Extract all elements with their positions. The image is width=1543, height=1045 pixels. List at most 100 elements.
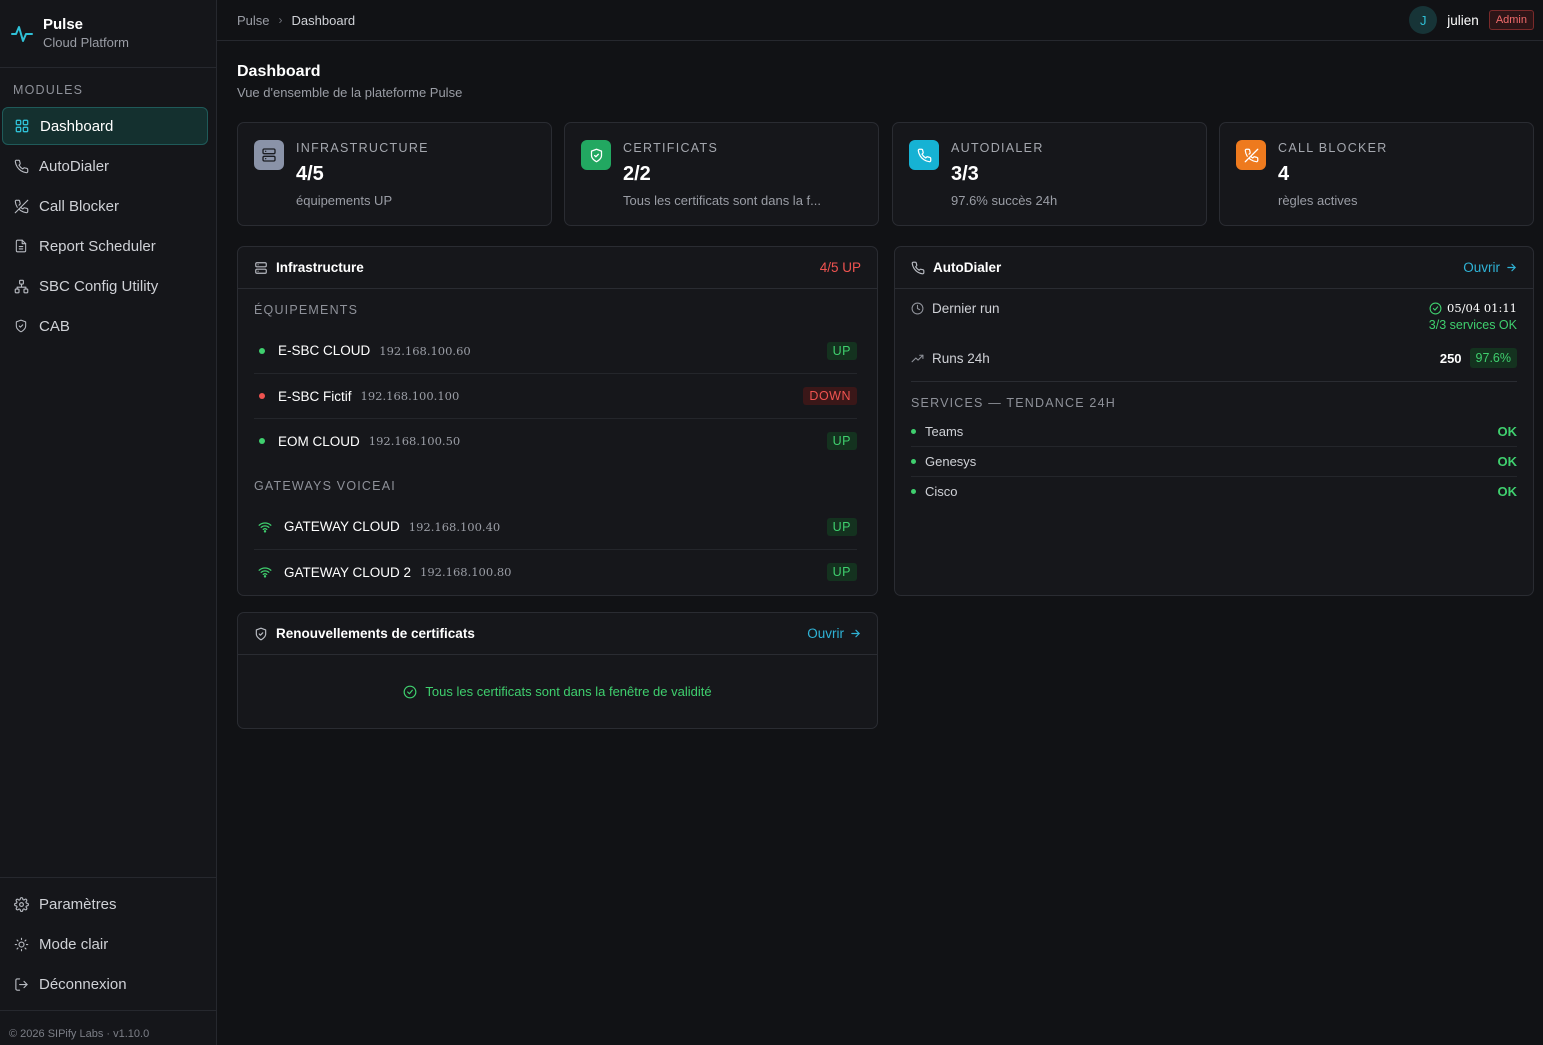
- open-label: Ouvrir: [1463, 260, 1500, 275]
- sidebar-item-parametres[interactable]: Paramètres: [2, 886, 208, 923]
- stat-card-autodialer[interactable]: AUTODIALER 3/3 97.6% succès 24h: [892, 122, 1207, 226]
- device-row[interactable]: GATEWAY CLOUD 2 192.168.100.80 UP: [254, 549, 857, 594]
- page-title: Dashboard: [237, 63, 321, 80]
- autodialer-open-link[interactable]: Ouvrir: [1463, 260, 1517, 275]
- last-run-label: Dernier run: [932, 301, 1000, 316]
- stat-card-infrastructure[interactable]: INFRASTRUCTURE 4/5 équipements UP: [237, 122, 552, 226]
- group-title-equipements: ÉQUIPEMENTS: [254, 303, 359, 317]
- copyright: © 2026 SIPify Labs · v1.10.0: [0, 1010, 216, 1040]
- device-row[interactable]: GATEWAY CLOUD 192.168.100.40 UP: [254, 504, 857, 549]
- avatar[interactable]: J: [1409, 6, 1438, 34]
- stat-desc: 97.6% succès 24h: [951, 193, 1058, 208]
- file-icon: [13, 238, 29, 254]
- grid-icon: [14, 118, 30, 134]
- brand-subtitle: Cloud Platform: [43, 34, 129, 50]
- stat-card-call-blocker[interactable]: CALL BLOCKER 4 règles actives: [1219, 122, 1534, 226]
- stat-value: 4/5: [296, 163, 324, 185]
- clock-icon: [911, 302, 924, 315]
- group-title-gateways: GATEWAYS VOICEAI: [254, 479, 396, 493]
- status-badge: UP: [826, 341, 857, 360]
- runs-value: 250: [1439, 350, 1462, 366]
- infrastructure-panel: Infrastructure 4/5 UP ÉQUIPEMENTS E-SBC …: [237, 246, 878, 596]
- last-run-info: 05/04 01:11 3/3 services OK: [1429, 301, 1517, 332]
- sidebar-item-autodialer[interactable]: AutoDialer: [2, 147, 208, 185]
- stat-label: CALL BLOCKER: [1278, 141, 1388, 155]
- device-name: GATEWAY CLOUD 2: [284, 564, 412, 580]
- shield-check-icon: [581, 140, 611, 170]
- panel-title: Infrastructure: [276, 260, 364, 275]
- device-ip: 192.168.100.80: [420, 565, 512, 579]
- sidebar-item-sbc-config-utility[interactable]: SBC Config Utility: [2, 267, 208, 305]
- panel-title: AutoDialer: [933, 260, 1002, 275]
- device-row[interactable]: E-SBC CLOUD 192.168.100.60 UP: [254, 328, 857, 373]
- wifi-icon: [258, 566, 272, 578]
- device-ip: 192.168.100.100: [360, 389, 460, 403]
- shield-icon: [254, 627, 268, 641]
- runs-row: Runs 24h 250 97.6%: [895, 329, 1533, 381]
- service-row[interactable]: Teams OK: [911, 416, 1517, 446]
- sidebar-item-mode-clair[interactable]: Mode clair: [2, 926, 208, 963]
- stat-label: CERTIFICATS: [623, 141, 719, 155]
- sidebar-item-label: Report Scheduler: [39, 237, 156, 255]
- status-badge: UP: [826, 563, 857, 581]
- success-rate-badge: 97.6%: [1469, 348, 1517, 368]
- sidebar-item-label: Déconnexion: [39, 976, 127, 993]
- stat-card-certificats[interactable]: CERTIFICATS 2/2 Tous les certificats son…: [564, 122, 879, 226]
- breadcrumb-current: Dashboard: [291, 12, 356, 28]
- device-row[interactable]: EOM CLOUD 192.168.100.50 UP: [254, 418, 857, 463]
- device-row[interactable]: E-SBC Fictif 192.168.100.100 DOWN: [254, 373, 857, 418]
- server-icon: [254, 140, 284, 170]
- status-dot: [259, 347, 265, 354]
- service-row[interactable]: Genesys OK: [911, 446, 1517, 476]
- certificates-open-link[interactable]: Ouvrir: [807, 626, 861, 641]
- status-badge: UP: [826, 517, 857, 536]
- sidebar-item-deconnexion[interactable]: Déconnexion: [2, 966, 208, 1003]
- sidebar-item-cab[interactable]: CAB: [2, 307, 208, 345]
- runs-label: Runs 24h: [932, 350, 990, 366]
- sidebar-item-label: AutoDialer: [39, 157, 110, 175]
- sidebar: Pulse Cloud Platform MODULES Dashboard A…: [0, 0, 217, 1045]
- sidebar-item-label: CAB: [39, 317, 70, 335]
- user-menu[interactable]: J julien Admin: [1409, 6, 1534, 34]
- device-name: EOM CLOUD: [278, 433, 360, 449]
- arrow-right-icon: [850, 628, 861, 639]
- panel-title: Renouvellements de certificats: [276, 626, 475, 641]
- runs-info: 250 97.6%: [1440, 348, 1517, 368]
- sidebar-item-label: SBC Config Utility: [39, 277, 159, 295]
- device-ip: 192.168.100.40: [408, 519, 501, 534]
- divider: [911, 381, 1517, 382]
- page-subtitle: Vue d'ensemble de la plateforme Pulse: [237, 85, 463, 100]
- last-run-value: 05/04 01:11: [1447, 301, 1517, 315]
- gear-icon: [13, 897, 29, 913]
- sidebar-item-report-scheduler[interactable]: Report Scheduler: [2, 227, 208, 265]
- stat-value: 3/3: [951, 163, 979, 185]
- stat-desc: règles actives: [1278, 193, 1358, 208]
- breadcrumb: Pulse › Dashboard: [237, 13, 355, 28]
- phone-icon: [909, 140, 939, 170]
- certificates-message-row: Tous les certificats sont dans la fenêtr…: [238, 655, 877, 728]
- certificates-panel: Renouvellements de certificats Ouvrir To…: [237, 612, 878, 729]
- service-status: OK: [1497, 423, 1518, 439]
- phone-icon: [13, 158, 29, 174]
- services-title: SERVICES — TENDANCE 24H: [911, 396, 1116, 410]
- sidebar-item-dashboard[interactable]: Dashboard: [2, 107, 208, 145]
- status-dot: [259, 393, 265, 399]
- brand[interactable]: Pulse Cloud Platform: [0, 0, 216, 68]
- service-status: OK: [1497, 454, 1518, 469]
- device-name: E-SBC CLOUD: [278, 343, 371, 358]
- stat-label: INFRASTRUCTURE: [296, 141, 429, 155]
- certificates-message: Tous les certificats sont dans la fenêtr…: [425, 684, 712, 699]
- server-icon: [254, 261, 268, 275]
- shield-icon: [13, 318, 29, 334]
- breadcrumb-root[interactable]: Pulse: [237, 13, 270, 28]
- network-icon: [13, 278, 29, 294]
- autodialer-panel-header: AutoDialer Ouvrir: [895, 247, 1533, 289]
- role-badge: Admin: [1488, 10, 1534, 30]
- status-dot: [259, 438, 265, 444]
- sidebar-item-call-blocker[interactable]: Call Blocker: [2, 187, 208, 225]
- service-row[interactable]: Cisco OK: [911, 476, 1517, 506]
- pulse-logo-icon: [9, 21, 35, 47]
- service-name: Teams: [925, 423, 964, 439]
- phone-icon: [911, 261, 925, 275]
- logout-icon: [13, 977, 29, 993]
